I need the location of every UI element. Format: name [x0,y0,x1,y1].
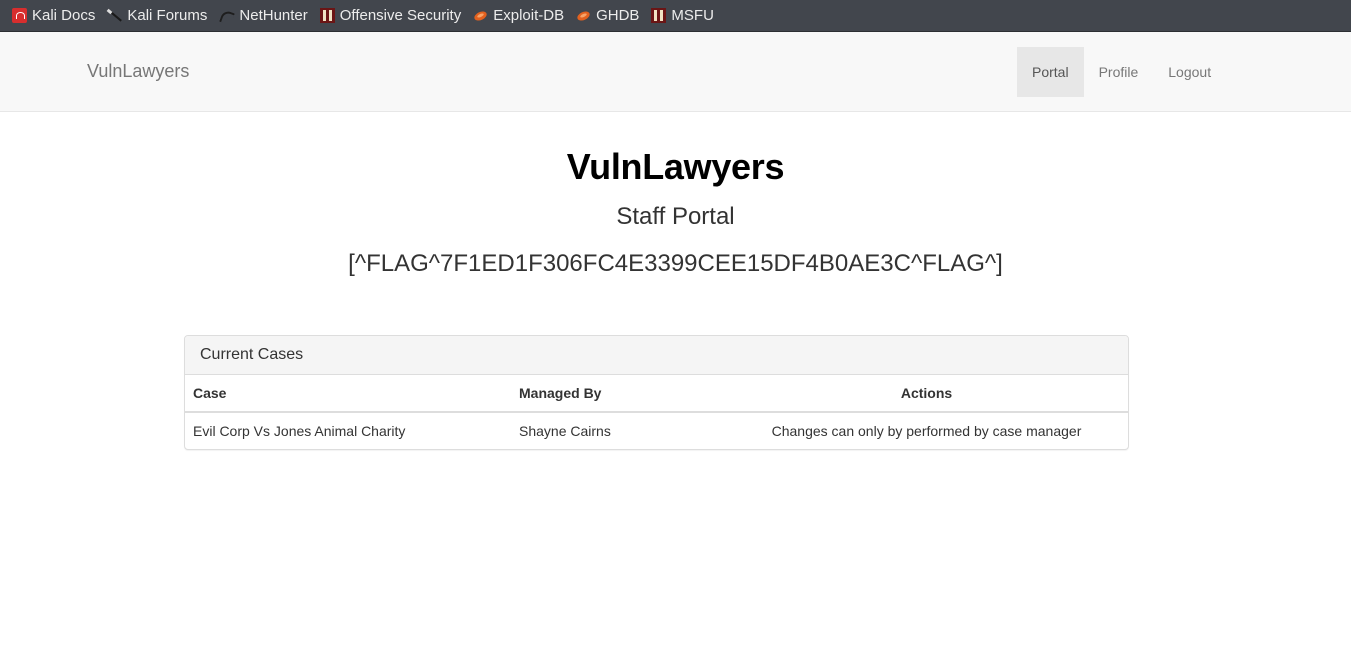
bookmark-offensive-security[interactable]: Offensive Security [319,7,462,24]
ghdb-icon [576,8,591,23]
current-cases-panel: Current Cases Case Managed By Actions Ev… [184,335,1129,450]
column-header-actions: Actions [725,375,1128,413]
flag-text: [^FLAG^7F1ED1F306FC4E3399CEE15DF4B0AE3C^… [348,250,1003,277]
bookmark-label: Exploit-DB [493,7,565,24]
exploit-db-icon [473,8,488,23]
nav-link-profile[interactable]: Profile [1084,47,1154,97]
hero-section: VulnLawyers Staff Portal [^FLAG^7F1ED1F3… [0,147,1351,278]
kali-docs-icon [12,8,27,23]
page-title: VulnLawyers [566,146,785,187]
panel-heading: Current Cases [185,336,1128,375]
bookmark-ghdb[interactable]: GHDB [576,7,639,24]
column-header-case: Case [185,375,511,413]
bookmark-label: GHDB [596,7,640,24]
cases-table: Case Managed By Actions Evil Corp Vs Jon… [185,375,1128,449]
bookmark-msfu[interactable]: MSFU [651,7,714,24]
managed-by-cell: Shayne Cairns [511,411,725,449]
column-header-managed-by: Managed By [511,375,725,413]
msfu-icon [651,8,667,23]
navbar-brand[interactable]: VulnLawyers [87,32,189,111]
bookmark-kali-forums[interactable]: Kali Forums [107,7,207,24]
bookmarks-toolbar: Kali Docs Kali Forums NetHunter Offensiv… [0,0,1351,32]
offensive-security-icon [319,8,335,23]
kali-forums-icon [107,8,122,23]
bookmark-exploit-db[interactable]: Exploit-DB [473,7,564,24]
bookmark-label: Kali Forums [127,7,208,24]
site-navbar: VulnLawyers Portal Profile Logout [0,32,1351,112]
table-row: Evil Corp Vs Jones Animal Charity Shayne… [185,411,1128,449]
bookmark-label: MSFU [671,7,714,24]
nav-link-portal[interactable]: Portal [1017,47,1084,97]
nethunter-icon [219,8,234,23]
bookmark-label: NetHunter [239,7,308,24]
nav-link-logout[interactable]: Logout [1153,47,1226,97]
bookmark-label: Kali Docs [32,7,96,24]
bookmark-nethunter[interactable]: NetHunter [219,7,307,24]
case-cell: Evil Corp Vs Jones Animal Charity [185,411,511,449]
actions-cell: Changes can only by performed by case ma… [725,411,1128,449]
page-subtitle: Staff Portal [616,203,735,230]
bookmark-kali-docs[interactable]: Kali Docs [12,7,95,24]
bookmark-label: Offensive Security [339,7,462,24]
navbar-links: Portal Profile Logout [1017,47,1226,97]
